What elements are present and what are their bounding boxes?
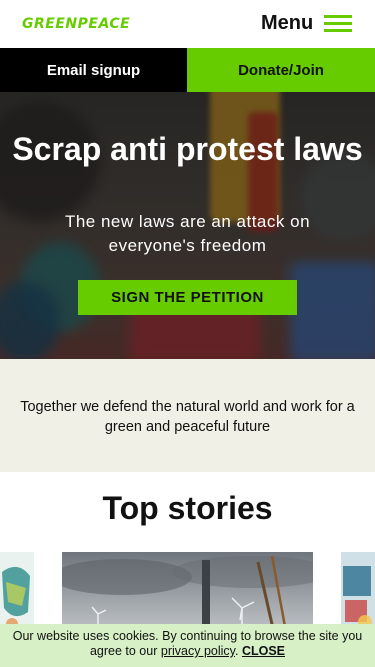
- donate-join-button[interactable]: Donate/Join: [187, 48, 375, 92]
- hero-banner: Scrap anti protest laws The new laws are…: [0, 92, 375, 359]
- hamburger-icon[interactable]: [324, 15, 352, 33]
- cookie-close-button[interactable]: CLOSE: [242, 644, 285, 658]
- cta-bar: Email signup Donate/Join: [0, 48, 375, 92]
- site-header: GREENPEACE Menu: [0, 0, 375, 48]
- privacy-policy-link[interactable]: privacy policy: [161, 644, 235, 658]
- cookie-banner: Our website uses cookies. By continuing …: [0, 624, 375, 667]
- hamburger-line: [324, 22, 352, 25]
- cookie-separator: .: [234, 644, 239, 658]
- hero-title: Scrap anti protest laws: [12, 131, 363, 167]
- email-signup-button[interactable]: Email signup: [0, 48, 187, 92]
- mission-statement: Together we defend the natural world and…: [20, 399, 355, 435]
- top-stories-heading: Top stories: [102, 490, 273, 526]
- hero-subtitle: The new laws are an attack on everyone's…: [64, 212, 311, 255]
- menu-button-label[interactable]: Menu: [261, 12, 313, 35]
- cookie-message: Our website uses cookies. By continuing …: [10, 629, 365, 659]
- hamburger-line: [324, 29, 352, 32]
- greenpeace-logo[interactable]: GREENPEACE: [22, 16, 130, 32]
- mission-section: Together we defend the natural world and…: [0, 359, 375, 472]
- sign-petition-button[interactable]: SIGN THE PETITION: [78, 280, 297, 315]
- hamburger-line: [324, 15, 352, 18]
